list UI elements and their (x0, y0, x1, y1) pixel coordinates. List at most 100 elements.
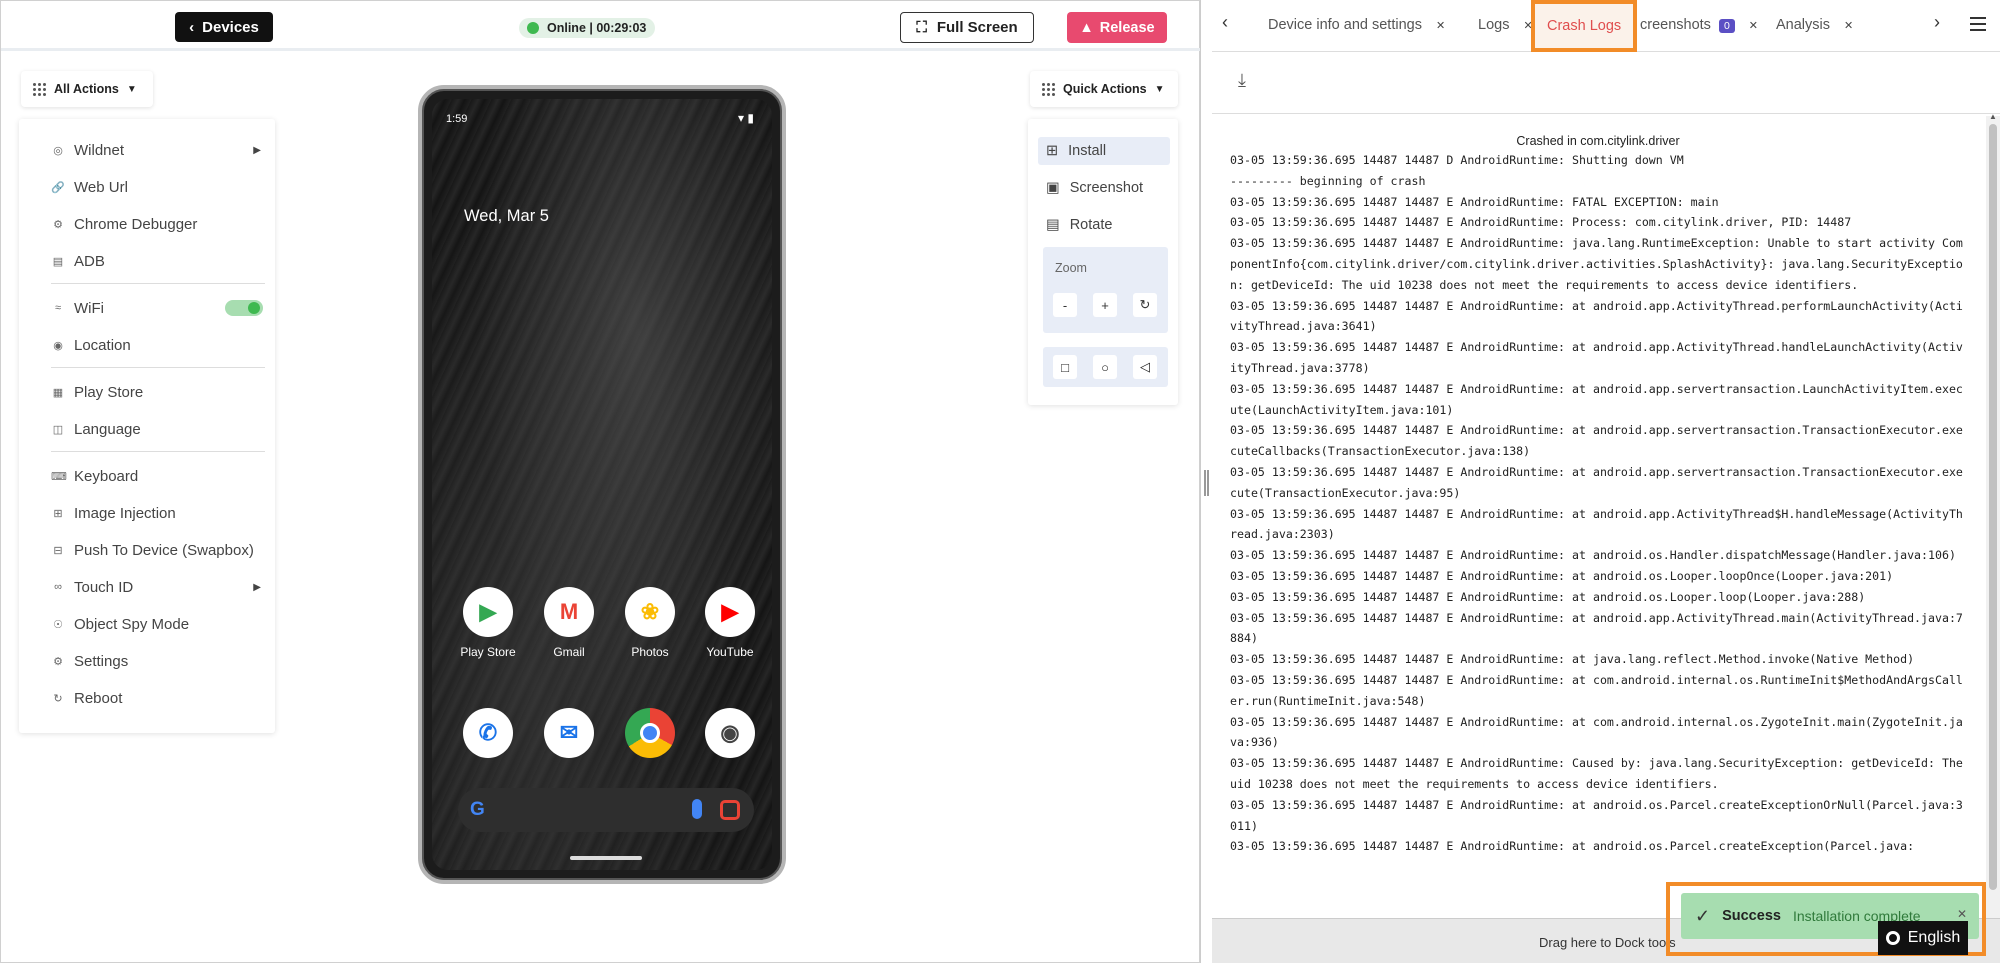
action-chrome-debugger[interactable]: ⚙ Chrome Debugger (51, 209, 261, 239)
install-button[interactable]: ⊞ Install (1038, 137, 1170, 165)
tab-label: Logs (1478, 17, 1510, 33)
action-wildnet[interactable]: ◎ Wildnet ▶ (51, 135, 261, 165)
divider (51, 451, 265, 452)
scroll-thumb[interactable] (1989, 124, 1997, 890)
action-web-url[interactable]: 🔗 Web Url (51, 172, 261, 202)
action-reboot[interactable]: ↻ Reboot (51, 683, 261, 713)
hamburger-menu-icon[interactable] (1970, 17, 1986, 35)
action-label: ADB (74, 252, 105, 270)
app-phone[interactable]: ✆ (458, 708, 518, 758)
lens-icon[interactable] (720, 800, 740, 820)
log-line: 03-05 13:59:36.695 14487 14487 E Android… (1230, 340, 1963, 375)
log-line: 03-05 13:59:36.695 14487 14487 E Android… (1230, 714, 1963, 750)
pane-splitter[interactable] (1200, 0, 1212, 963)
drag-handle-icon[interactable] (1204, 470, 1209, 496)
tab-logs[interactable]: Logs ✕ (1478, 0, 1533, 50)
device-screen[interactable]: 1:59 ▾ ▮ Wed, Mar 5 ▶ Play Store M Gmail… (418, 85, 786, 884)
tools-panel: ‹ Device info and settings ✕ Logs ✕ Cras… (1212, 0, 2000, 963)
action-touch-id[interactable]: ∞ Touch ID ▶ (51, 572, 261, 602)
language-button[interactable]: English (1878, 921, 1968, 955)
tab-screenshots[interactable]: creenshots 0 ✕ (1640, 0, 1758, 50)
action-image-injection[interactable]: ⊞ Image Injection (51, 498, 261, 528)
action-play-store[interactable]: ▦ Play Store (51, 377, 261, 407)
zoom-reset-icon[interactable]: ↻ (1133, 293, 1157, 317)
devices-button[interactable]: ‹ Devices (175, 12, 273, 42)
tab-analysis[interactable]: Analysis ✕ (1776, 0, 1853, 50)
tabs-scroll-left-icon[interactable]: ‹ (1222, 12, 1228, 33)
submenu-arrow-icon: ▶ (253, 581, 261, 593)
log-line: 03-05 13:59:36.695 14487 14487 E Android… (1230, 194, 1719, 209)
zoom-label: Zoom (1055, 261, 1087, 275)
checkmark-icon: ✓ (1695, 905, 1711, 926)
log-line: 03-05 13:59:36.695 14487 14487 E Android… (1230, 381, 1963, 417)
google-icon: G (470, 799, 485, 820)
zoom-out-button[interactable]: - (1053, 293, 1077, 317)
action-label: Push To Device (Swapbox) (74, 541, 254, 559)
camera-icon: ◉ (705, 708, 755, 758)
action-label: Language (74, 420, 141, 438)
home-gesture-bar[interactable] (570, 856, 642, 860)
close-icon[interactable]: ✕ (1844, 19, 1853, 32)
install-label: Install (1068, 143, 1107, 159)
close-icon[interactable]: ✕ (1749, 19, 1758, 32)
all-actions-dropdown[interactable]: All Actions ▼ (21, 71, 153, 107)
tab-crash-logs[interactable]: Crash Logs (1531, 0, 1638, 52)
home-circle-icon[interactable]: ○ (1093, 355, 1117, 379)
action-keyboard[interactable]: ⌨ Keyboard (51, 461, 261, 491)
quick-actions-dropdown[interactable]: Quick Actions ▼ (1030, 71, 1178, 107)
microphone-icon[interactable] (692, 799, 702, 819)
action-label: Reboot (74, 689, 123, 707)
wifi-toggle[interactable] (225, 300, 263, 316)
scroll-up-icon[interactable]: ▲ (1989, 112, 1997, 121)
action-object-spy[interactable]: ☉ Object Spy Mode (51, 609, 261, 639)
divider (51, 367, 265, 368)
log-line: 03-05 13:59:36.695 14487 14487 E Android… (1230, 797, 1963, 833)
reboot-icon: ↻ (53, 692, 63, 705)
zoom-in-button[interactable]: + (1093, 293, 1117, 317)
log-line: 03-05 13:59:36.695 14487 14487 E Android… (1230, 672, 1963, 708)
fullscreen-button[interactable]: ⛶ Full Screen (900, 12, 1034, 43)
action-wifi[interactable]: ≈ WiFi (51, 293, 263, 323)
action-adb[interactable]: ▤ ADB (51, 246, 261, 276)
tab-label: creenshots (1640, 17, 1711, 33)
keyboard-icon: ⌨ (51, 470, 67, 483)
action-language[interactable]: ◫ Language (51, 414, 261, 444)
google-search-bar[interactable]: G (458, 788, 754, 832)
release-button[interactable]: ▲ Release (1067, 12, 1167, 43)
action-push-to-device[interactable]: ⊟ Push To Device (Swapbox) (51, 535, 261, 565)
close-icon[interactable]: ✕ (1957, 907, 1967, 921)
all-actions-panel: ◎ Wildnet ▶ 🔗 Web Url ⚙ Chrome Debugger … (19, 119, 275, 733)
crash-log-view[interactable]: Crashed in com.citylink.driver 03-05 13:… (1212, 116, 1984, 918)
screenshot-button[interactable]: ▣ Screenshot (1038, 174, 1170, 202)
screenshot-label: Screenshot (1069, 180, 1144, 196)
recents-square-icon[interactable]: □ (1053, 355, 1077, 379)
log-scrollbar[interactable]: ▲ (1986, 112, 2000, 918)
expand-icon: ⛶ (916, 19, 927, 36)
app-youtube[interactable]: ▶ YouTube (700, 587, 760, 659)
phone-home-screen[interactable]: 1:59 ▾ ▮ Wed, Mar 5 ▶ Play Store M Gmail… (432, 99, 772, 870)
tabs-scroll-right-icon[interactable]: › (1934, 12, 1940, 33)
action-label: Touch ID (74, 578, 134, 596)
tab-bar: ‹ Device info and settings ✕ Logs ✕ Cras… (1212, 0, 2000, 52)
messages-icon: ✉ (544, 708, 594, 758)
download-icon[interactable]: ⤓ (1238, 70, 1246, 91)
tab-device-info[interactable]: Device info and settings ✕ (1268, 0, 1445, 50)
back-triangle-icon[interactable]: ◁ (1133, 355, 1157, 379)
log-line: 03-05 13:59:36.695 14487 14487 E Android… (1230, 589, 1866, 604)
app-messages[interactable]: ✉ (539, 708, 599, 758)
grid-dots-icon (1042, 82, 1055, 96)
rotate-button[interactable]: ▤ Rotate (1038, 211, 1170, 239)
action-location[interactable]: ◉ Location (51, 330, 261, 360)
app-photos[interactable]: ❀ Photos (620, 587, 680, 659)
app-gmail[interactable]: M Gmail (539, 587, 599, 659)
app-play-store[interactable]: ▶ Play Store (458, 587, 518, 659)
app-camera[interactable]: ◉ (700, 708, 760, 758)
log-line: 03-05 13:59:36.695 14487 14487 E Android… (1230, 568, 1894, 583)
action-settings[interactable]: ⚙ Settings (51, 646, 261, 676)
online-dot-icon (527, 22, 539, 34)
app-chrome[interactable] (620, 708, 680, 758)
close-icon[interactable]: ✕ (1436, 19, 1445, 32)
bug-icon: ⚙ (53, 218, 63, 231)
location-icon: ◉ (53, 339, 63, 352)
log-line: 03-05 13:59:36.695 14487 14487 E Android… (1230, 652, 1915, 667)
